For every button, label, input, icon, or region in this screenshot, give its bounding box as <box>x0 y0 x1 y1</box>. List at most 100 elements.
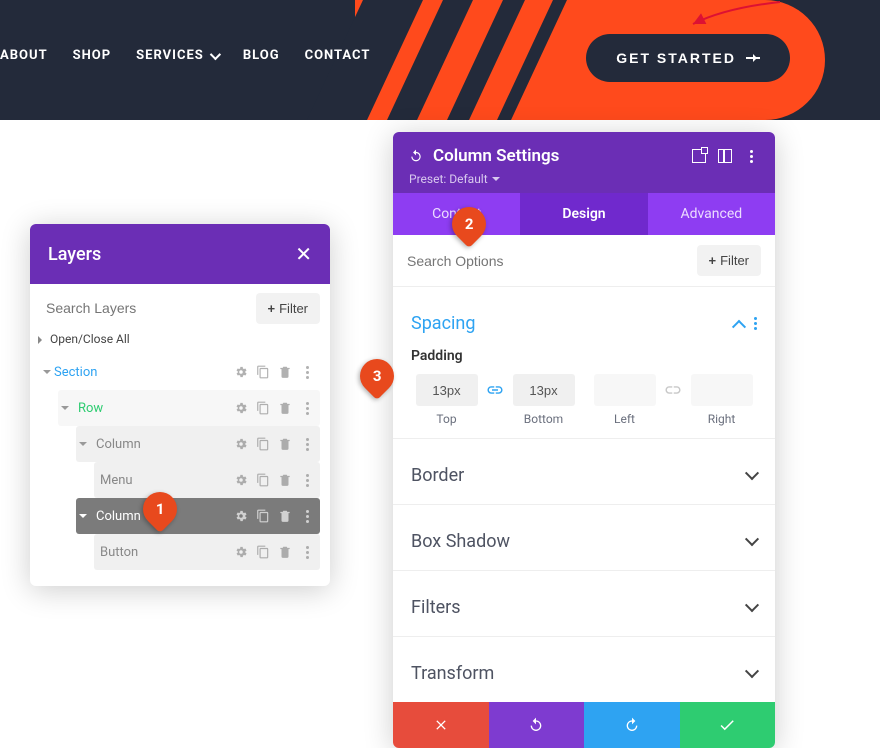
boxshadow-section-header[interactable]: Box Shadow <box>411 515 757 560</box>
annotation-arrow <box>685 0 785 30</box>
cancel-button[interactable] <box>393 702 489 748</box>
more-icon[interactable] <box>300 509 314 523</box>
trash-icon[interactable] <box>278 365 292 379</box>
redo-button[interactable] <box>584 702 680 748</box>
settings-tabs: Content Design Advanced <box>393 193 775 235</box>
close-icon[interactable]: ✕ <box>295 242 312 266</box>
padding-bottom-label: Bottom <box>524 412 563 426</box>
nav-blog[interactable]: BLOG <box>243 48 280 63</box>
layer-button[interactable]: Button <box>94 534 320 570</box>
layers-tree: Section Row Column <box>30 354 330 586</box>
layer-menu[interactable]: Menu <box>94 462 320 498</box>
link-left-right-icon[interactable] <box>660 374 686 406</box>
divider <box>393 570 775 571</box>
search-options-input[interactable] <box>407 253 697 269</box>
chevron-up-icon[interactable] <box>732 319 746 333</box>
chevron-down-icon[interactable] <box>745 466 759 480</box>
triangle-right-icon <box>38 336 46 344</box>
layer-section[interactable]: Section <box>40 354 320 390</box>
column-settings-panel: Column Settings Preset: Default Content … <box>393 132 775 748</box>
padding-right-label: Right <box>708 412 736 426</box>
chevron-down-icon[interactable] <box>745 598 759 612</box>
open-close-all[interactable]: Open/Close All <box>30 324 330 354</box>
more-icon[interactable] <box>300 545 314 559</box>
trash-icon[interactable] <box>278 473 292 487</box>
trash-icon[interactable] <box>278 437 292 451</box>
divider <box>393 636 775 637</box>
nav-about[interactable]: ABOUT <box>0 48 48 63</box>
gear-icon[interactable] <box>234 401 248 415</box>
gear-icon[interactable] <box>234 365 248 379</box>
site-header: ABOUT SHOP SERVICES BLOG CONTACT GET STA… <box>0 0 880 120</box>
layers-header: Layers ✕ <box>30 224 330 284</box>
chevron-down-icon <box>210 48 221 59</box>
divider <box>393 504 775 505</box>
gear-icon[interactable] <box>234 545 248 559</box>
undo-button[interactable] <box>489 702 585 748</box>
spacing-title: Spacing <box>411 313 475 334</box>
padding-top-input[interactable] <box>416 374 478 406</box>
nav-shop[interactable]: SHOP <box>73 48 112 63</box>
duplicate-icon[interactable] <box>256 365 270 379</box>
layers-title: Layers <box>48 244 101 265</box>
back-icon[interactable] <box>409 149 423 163</box>
panel-header: Column Settings Preset: Default <box>393 132 775 193</box>
filters-section-header[interactable]: Filters <box>411 581 757 626</box>
confirm-button[interactable] <box>680 702 776 748</box>
padding-right-input[interactable] <box>691 374 753 406</box>
gear-icon[interactable] <box>234 473 248 487</box>
toggle-icon[interactable] <box>58 404 72 412</box>
padding-left-label: Left <box>614 412 635 426</box>
chevron-down-icon[interactable] <box>745 664 759 678</box>
spacing-section-header[interactable]: Spacing <box>411 297 757 342</box>
gear-icon[interactable] <box>234 437 248 451</box>
more-icon[interactable] <box>300 365 314 379</box>
layers-panel: Layers ✕ +Filter Open/Close All Section … <box>30 224 330 586</box>
padding-left-input[interactable] <box>594 374 656 406</box>
toggle-icon[interactable] <box>76 440 90 448</box>
arrow-right-icon <box>746 57 760 59</box>
more-icon[interactable] <box>300 437 314 451</box>
padding-bottom-input[interactable] <box>513 374 575 406</box>
get-started-button[interactable]: GET STARTED <box>586 34 790 82</box>
layer-column-1[interactable]: Column <box>76 426 320 462</box>
transform-section-header[interactable]: Transform <box>411 647 757 698</box>
layer-row[interactable]: Row <box>58 390 320 426</box>
link-top-bottom-icon[interactable] <box>482 374 508 406</box>
panel-footer <box>393 702 775 748</box>
layout-icon[interactable] <box>717 148 733 164</box>
padding-top-label: Top <box>436 412 456 426</box>
caret-down-icon <box>492 177 500 185</box>
nav-services[interactable]: SERVICES <box>136 48 218 63</box>
gear-icon[interactable] <box>234 509 248 523</box>
trash-icon[interactable] <box>278 401 292 415</box>
more-icon[interactable] <box>300 401 314 415</box>
duplicate-icon[interactable] <box>256 545 270 559</box>
search-layers-input[interactable] <box>40 292 250 324</box>
options-search-row: +Filter <box>393 235 775 287</box>
preset-dropdown[interactable]: Preset: Default <box>409 172 500 186</box>
padding-controls: Top Bottom Left Right <box>411 374 757 426</box>
tab-advanced[interactable]: Advanced <box>648 193 775 235</box>
border-section-header[interactable]: Border <box>411 449 757 494</box>
layers-filter-button[interactable]: +Filter <box>256 293 320 324</box>
layer-column-2-selected[interactable]: Column <box>76 498 320 534</box>
nav-contact[interactable]: CONTACT <box>305 48 371 63</box>
duplicate-icon[interactable] <box>256 509 270 523</box>
main-nav: ABOUT SHOP SERVICES BLOG CONTACT <box>0 48 370 63</box>
more-icon[interactable] <box>300 473 314 487</box>
duplicate-icon[interactable] <box>256 437 270 451</box>
more-icon[interactable] <box>743 148 759 164</box>
toggle-icon[interactable] <box>76 512 90 520</box>
section-more-icon[interactable] <box>754 317 757 330</box>
filter-button[interactable]: +Filter <box>697 245 761 276</box>
expand-icon[interactable] <box>691 148 707 164</box>
toggle-icon[interactable] <box>40 368 54 376</box>
trash-icon[interactable] <box>278 545 292 559</box>
tab-design[interactable]: Design <box>520 193 647 235</box>
padding-label: Padding <box>411 348 757 364</box>
chevron-down-icon[interactable] <box>745 532 759 546</box>
duplicate-icon[interactable] <box>256 473 270 487</box>
duplicate-icon[interactable] <box>256 401 270 415</box>
trash-icon[interactable] <box>278 509 292 523</box>
